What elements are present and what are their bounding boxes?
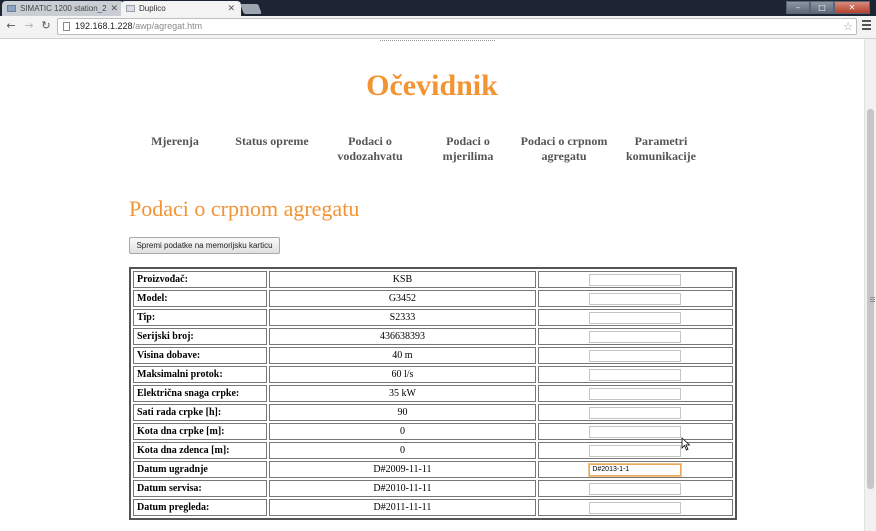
row-value: D#2009-11-11 [269, 461, 536, 478]
row-label: Električna snaga crpke: [133, 385, 268, 402]
row-value: D#2010-11-11 [269, 480, 536, 497]
page-icon [63, 22, 70, 31]
forward-arrow-icon[interactable]: → [22, 19, 36, 33]
tab-label: SIMATIC 1200 station_2 [20, 4, 107, 13]
window-controls: – □ ✕ [786, 1, 870, 14]
row-label: Kota dna zdenca [m]: [133, 442, 268, 459]
row-input[interactable] [589, 311, 682, 324]
row-label: Serijski broj: [133, 328, 268, 345]
row-label: Kota dna crpke [m]: [133, 423, 268, 440]
row-input[interactable] [589, 330, 682, 343]
table-row: Datum ugradnje D#2009-11-11 [133, 461, 733, 478]
row-value: G3452 [269, 290, 536, 307]
scrollbar-thumb[interactable] [867, 109, 875, 489]
row-value: 40 m [269, 347, 536, 364]
row-value: 90 [269, 404, 536, 421]
nav-item-podaci-mjerilima[interactable]: Podaci o mjerilima [438, 134, 498, 164]
row-label: Datum ugradnje [133, 461, 268, 478]
row-value: KSB [269, 271, 536, 288]
row-value: 0 [269, 442, 536, 459]
row-input[interactable] [589, 273, 682, 286]
row-value: S2333 [269, 309, 536, 326]
tab-label: Duplico [139, 4, 166, 13]
table-row: Datum servisa: D#2010-11-11 [133, 480, 733, 497]
row-label: Datum servisa: [133, 480, 268, 497]
table-row: Tip: S2333 [133, 309, 733, 326]
page-viewport: Očevidnik Mjerenja Status opreme Podaci … [0, 39, 864, 531]
close-icon[interactable]: ✕ [227, 1, 235, 16]
grip-line [870, 301, 875, 302]
nav-item-mjerenja[interactable]: Mjerenja [150, 134, 200, 149]
nav-item-parametri-komunikacije[interactable]: Parametri komunikacije [624, 134, 698, 164]
menu-icon[interactable] [862, 20, 871, 32]
row-value: 35 kW [269, 385, 536, 402]
section-title: Podaci o crpnom agregatu [129, 196, 360, 221]
nav-item-status-opreme[interactable]: Status opreme [233, 134, 311, 149]
back-arrow-icon[interactable]: ← [4, 19, 18, 33]
tab-duplico[interactable]: Duplico ✕ [121, 1, 241, 16]
row-input[interactable] [589, 349, 682, 362]
grip-line [870, 297, 875, 298]
table-row: Maksimalni protok: 60 l/s [133, 366, 733, 383]
row-input[interactable] [589, 368, 682, 381]
maximize-icon[interactable]: □ [810, 1, 834, 14]
table-row: Proizvođač: KSB [133, 271, 733, 288]
browser-toolbar: ← → ↻ 192.168.1.228/awp/agregat.htm ☆ [0, 16, 876, 39]
table-row: Sati rada crpke [h]: 90 [133, 404, 733, 421]
header-remnant [380, 39, 495, 41]
mouse-cursor-icon [681, 437, 691, 451]
table-row: Datum pregleda: D#2011-11-11 [133, 499, 733, 516]
row-value: D#2011-11-11 [269, 499, 536, 516]
row-input[interactable] [589, 482, 682, 495]
reload-icon[interactable]: ↻ [39, 19, 53, 33]
browser-titlebar: SIMATIC 1200 station_2 ✕ Duplico ✕ – □ ✕ [0, 0, 876, 16]
table-row: Serijski broj: 436638393 [133, 328, 733, 345]
row-input[interactable] [589, 501, 682, 514]
row-input[interactable] [589, 406, 682, 419]
nav-item-podaci-vodozahvatu[interactable]: Podaci o vodozahvatu [334, 134, 406, 164]
address-bar[interactable]: 192.168.1.228/awp/agregat.htm ☆ [57, 18, 857, 35]
row-label: Datum pregleda: [133, 499, 268, 516]
row-value: 436638393 [269, 328, 536, 345]
row-input[interactable] [589, 444, 682, 457]
row-input[interactable] [589, 425, 682, 438]
table-row: Kota dna zdenca [m]: 0 [133, 442, 733, 459]
row-label: Maksimalni protok: [133, 366, 268, 383]
table-row: Model: G3452 [133, 290, 733, 307]
row-input[interactable] [589, 387, 682, 400]
page-scrollbar[interactable] [864, 39, 876, 531]
table-row: Visina dobave: 40 m [133, 347, 733, 364]
row-label: Model: [133, 290, 268, 307]
table-row: Električna snaga crpke: 35 kW [133, 385, 733, 402]
row-value: 60 l/s [269, 366, 536, 383]
url-text: 192.168.1.228/awp/agregat.htm [75, 21, 203, 31]
row-label: Tip: [133, 309, 268, 326]
pump-data-table: Proizvođač: KSB Model: G3452 Tip: S2333 … [129, 267, 737, 520]
row-label: Proizvođač: [133, 271, 268, 288]
tab-simatic[interactable]: SIMATIC 1200 station_2 ✕ [2, 1, 124, 16]
table-row: Kota dna crpke [m]: 0 [133, 423, 733, 440]
new-tab-button[interactable] [240, 4, 262, 14]
site-title: Očevidnik [366, 69, 498, 102]
bookmark-star-icon[interactable]: ☆ [843, 19, 853, 34]
row-value: 0 [269, 423, 536, 440]
row-label: Sati rada crpke [h]: [133, 404, 268, 421]
save-to-memory-card-button[interactable]: Spremi podatke na memorijsku karticu [129, 237, 280, 254]
main-nav: Mjerenja Status opreme Podaci o vodozahva… [0, 134, 864, 174]
close-icon[interactable]: ✕ [110, 1, 118, 16]
install-date-input[interactable] [588, 462, 683, 477]
page-favicon-icon [126, 5, 135, 12]
row-label: Visina dobave: [133, 347, 268, 364]
row-input[interactable] [589, 292, 682, 305]
nav-item-podaci-agregatu[interactable]: Podaci o crpnom agregatu [519, 134, 609, 164]
window-close-icon[interactable]: ✕ [834, 1, 870, 14]
minimize-icon[interactable]: – [786, 1, 810, 14]
grip-line [870, 299, 875, 300]
page-favicon-icon [7, 5, 16, 12]
